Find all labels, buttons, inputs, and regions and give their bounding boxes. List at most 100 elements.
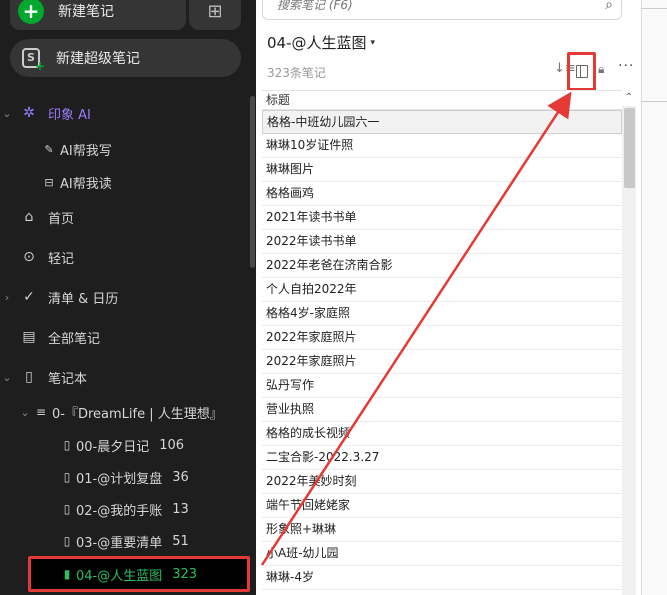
- notebook-icon: ▮: [63, 567, 71, 581]
- notebook-name: 04-@人生蓝图: [76, 568, 163, 584]
- sidebar-item-label: 全部笔记: [48, 331, 101, 347]
- table-row[interactable]: 2022年美妙时刻: [262, 470, 622, 494]
- super-note-icon: S: [22, 48, 45, 74]
- notebook-count: 51: [172, 533, 189, 549]
- check-circle-icon: ✓: [23, 289, 35, 305]
- sidebar-item-label: AI帮我写: [60, 143, 112, 159]
- view-toggle-button[interactable]: [567, 52, 596, 91]
- sidebar-item-ai-read[interactable]: ⊟ AI帮我读: [40, 170, 112, 194]
- table-row[interactable]: 2022年家庭照片: [262, 350, 622, 374]
- notes-icon: ▤: [22, 329, 36, 345]
- plus-icon: +: [18, 0, 44, 24]
- notebook-name: 03-@重要清单: [76, 535, 163, 551]
- read-icon: ⊟: [44, 175, 54, 189]
- notebook-count: 323: [172, 566, 198, 582]
- table-row[interactable]: 格格画鸡: [262, 182, 622, 206]
- notebook-name: 01-@计划复盘: [76, 471, 163, 487]
- table-row[interactable]: 端午节回姥姥家: [262, 494, 622, 518]
- home-icon: ⌂: [24, 209, 34, 225]
- table-row[interactable]: 个人自拍2022年: [262, 278, 622, 302]
- sidebar-item-ai-write[interactable]: ✎ AI帮我写: [40, 137, 112, 161]
- table-row[interactable]: 二宝合影-2022.3.27: [262, 446, 622, 470]
- table-row[interactable]: 琳琳-4岁: [262, 566, 622, 590]
- table-row[interactable]: 营业执照: [262, 398, 622, 422]
- notebook-count: 106: [159, 437, 185, 453]
- scroll-up-icon[interactable]: ⌃: [621, 90, 637, 106]
- divider: [642, 101, 667, 102]
- sidebar-item-label: 轻记: [48, 251, 75, 267]
- note-count: 323条笔记: [267, 66, 326, 80]
- divider: [642, 8, 667, 9]
- search-input[interactable]: [277, 0, 577, 12]
- table-row[interactable]: 弘丹写作: [262, 374, 622, 398]
- column-header-title[interactable]: 标题: [262, 90, 622, 110]
- sidebar-item-quick-note[interactable]: ⊙ 轻记: [20, 245, 74, 269]
- notebook-icon: ▯: [63, 502, 71, 516]
- note-list-panel: ⌕ 04-@人生蓝图 ▾ 323条笔记 ↓≡ 🔒︎ ··· 标题 ⌃ 格格-中班…: [256, 0, 642, 595]
- sidebar-item-all-notes[interactable]: ▤ 全部笔记: [20, 325, 100, 349]
- notebook-icon: ▯: [63, 534, 71, 548]
- sidebar-item-notebook-04-active[interactable]: ▮ 04-@人生蓝图 323: [28, 556, 250, 592]
- page-title: 04-@人生蓝图: [267, 34, 367, 52]
- caret-down-icon: ▾: [370, 37, 376, 48]
- chevron-down-icon: ⌄: [20, 405, 30, 419]
- sidebar-item-label: 笔记本: [48, 371, 88, 387]
- chevron-down-icon: ⌄: [2, 106, 12, 120]
- sidebar-item-stack[interactable]: ⌄ ≡ 0-『DreamLife | 人生理想』: [20, 400, 223, 424]
- search-box[interactable]: ⌕: [262, 0, 622, 20]
- notebook-icon: ▯: [25, 369, 33, 385]
- sidebar-scrollbar[interactable]: [250, 96, 255, 268]
- list-scrollbar-thumb[interactable]: [624, 108, 635, 188]
- table-row[interactable]: 2022年家庭照片: [262, 326, 622, 350]
- sidebar-item-tasks[interactable]: › ✓ 清单 & 日历: [0, 285, 119, 309]
- sidebar-item-notebooks[interactable]: ⌄ ▯ 笔记本: [0, 365, 87, 389]
- ai-sparkle-icon: ✲: [23, 105, 35, 121]
- table-row[interactable]: 2022年读书书单: [262, 230, 622, 254]
- notebook-icon: ▯: [63, 438, 71, 452]
- sidebar-item-label: 0-『DreamLife | 人生理想』: [52, 406, 223, 422]
- sidebar-item-notebook-02[interactable]: ▯ 02-@我的手账 13: [58, 497, 189, 521]
- quick-note-icon: ⊙: [23, 249, 35, 265]
- table-row[interactable]: 格格的成长视频: [262, 422, 622, 446]
- new-note-label: 新建笔记: [58, 4, 114, 20]
- table-row[interactable]: 2022年老爸在济南合影: [262, 254, 622, 278]
- table-row[interactable]: 琳琳10岁证件照: [262, 134, 622, 158]
- sidebar-item-ai[interactable]: ⌄ ✲ 印象 AI: [0, 101, 91, 125]
- table-row[interactable]: 格格4岁-家庭照: [262, 302, 622, 326]
- notebook-count: 13: [172, 501, 189, 517]
- notebook-count: 36: [172, 469, 189, 485]
- chevron-down-icon: ⌄: [2, 370, 12, 384]
- notebook-icon: ▯: [63, 470, 71, 484]
- chevron-right-icon: ›: [4, 290, 10, 304]
- table-row[interactable]: 格格-中班幼儿园六一: [262, 110, 622, 134]
- lock-icon[interactable]: 🔒︎: [598, 62, 604, 77]
- table-row[interactable]: 2021年读书书单: [262, 206, 622, 230]
- sidebar-item-notebook-03[interactable]: ▯ 03-@重要清单 51: [58, 529, 189, 553]
- search-icon[interactable]: ⌕: [605, 0, 613, 13]
- sidebar-item-label: 首页: [48, 211, 75, 227]
- sidebar-item-home[interactable]: ⌂ 首页: [20, 205, 74, 229]
- sidebar-item-notebook-00[interactable]: ▯ 00-晨夕日记 106: [58, 433, 184, 457]
- pen-icon: ✎: [44, 142, 54, 156]
- sidebar: + 新建笔记 ⊞ S 新建超级笔记 ⌄ ✲ 印象 AI ✎ AI帮我写 ⊟ AI…: [0, 0, 256, 595]
- sidebar-item-notebook-01[interactable]: ▯ 01-@计划复盘 36: [58, 465, 189, 489]
- new-super-note-label: 新建超级笔记: [56, 51, 140, 67]
- template-grid-button[interactable]: ⊞: [189, 0, 241, 30]
- sidebar-item-label: AI帮我读: [60, 176, 112, 192]
- sidebar-item-label: 印象 AI: [48, 107, 91, 123]
- notebook-name: 02-@我的手账: [76, 503, 163, 519]
- table-row[interactable]: 小A班-幼儿园: [262, 542, 622, 566]
- note-editor-edge: [642, 0, 667, 595]
- new-super-note-button[interactable]: S 新建超级笔记: [10, 39, 241, 77]
- note-table: 格格-中班幼儿园六一 琳琳10岁证件照 琳琳图片 格格画鸡 2021年读书书单 …: [262, 110, 622, 590]
- sidebar-item-label: 清单 & 日历: [48, 291, 119, 307]
- notebook-name: 00-晨夕日记: [76, 439, 150, 455]
- more-options-icon[interactable]: ···: [618, 58, 634, 74]
- layout-view-icon: [575, 65, 588, 78]
- table-row[interactable]: 琳琳图片: [262, 158, 622, 182]
- notebook-title-dropdown[interactable]: 04-@人生蓝图 ▾: [267, 32, 375, 53]
- grid-icon: ⊞: [207, 0, 223, 22]
- table-row[interactable]: 形象照+琳琳: [262, 518, 622, 542]
- stack-icon: ≡: [35, 405, 47, 419]
- new-note-button[interactable]: + 新建笔记: [10, 0, 186, 30]
